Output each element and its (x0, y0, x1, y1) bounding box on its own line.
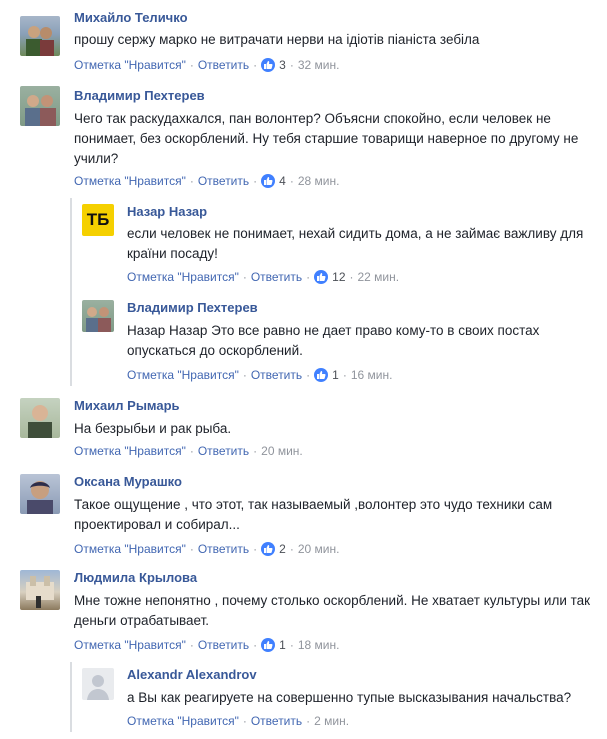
comment-text: а Вы как реагируете на совершенно тупые … (127, 690, 572, 705)
comment-text: если человек не понимает, нехай сидить д… (127, 226, 584, 261)
like-count[interactable]: 4 (279, 174, 286, 188)
commenter-name[interactable]: Владимир Пехтерев (127, 300, 258, 315)
reply-link[interactable]: Ответить (251, 368, 302, 382)
timestamp[interactable]: 32 мин. (298, 58, 340, 72)
avatar[interactable] (20, 570, 60, 610)
like-link[interactable]: Отметка "Нравится" (74, 58, 186, 72)
like-count[interactable]: 3 (279, 58, 286, 72)
comment-text: На безрыбьи и рак рыба. (74, 421, 232, 436)
comment-actions: Отметка "Нравится" · Ответить · 1 · 16 мин. (127, 368, 393, 382)
like-count[interactable]: 1 (332, 368, 339, 382)
timestamp[interactable]: 2 мин. (314, 714, 349, 728)
avatar-photo-icon (26, 26, 54, 56)
like-count[interactable]: 2 (279, 542, 286, 556)
thumbs-up-icon[interactable] (261, 174, 276, 188)
like-link[interactable]: Отметка "Нравится" (74, 444, 186, 458)
like-link[interactable]: Отметка "Нравится" (74, 638, 186, 652)
avatar-photo-icon (86, 307, 111, 332)
default-avatar-icon (87, 675, 109, 700)
avatar[interactable] (20, 86, 60, 126)
thumbs-up-icon[interactable] (261, 542, 276, 556)
commenter-name[interactable]: Михаил Рымарь (74, 398, 180, 413)
thumbs-up-icon[interactable] (314, 368, 329, 382)
commenter-name[interactable]: Людмила Крылова (74, 570, 197, 585)
comment-text: прошу сержу марко не витрачати нерви на … (74, 32, 480, 47)
avatar[interactable] (20, 16, 60, 56)
comment-actions: Отметка "Нравится" · Ответить · 2 · 20 мин. (74, 542, 340, 556)
like-link[interactable]: Отметка "Нравится" (74, 174, 186, 188)
avatar[interactable]: ТБ (82, 204, 114, 236)
comment-text: Мне тожне непонятно , почему столько оск… (74, 593, 591, 628)
like-link[interactable]: Отметка "Нравится" (127, 368, 239, 382)
avatar-photo-icon (27, 481, 53, 514)
commenter-name[interactable]: Владимир Пехтерев (74, 88, 205, 103)
reply-link[interactable]: Ответить (198, 542, 249, 556)
like-count[interactable]: 1 (279, 638, 286, 652)
tb-logo-text: ТБ (86, 210, 110, 229)
comment-text: Чего так раскудахкался, пан волонтер? Об… (74, 111, 579, 166)
avatar-photo-icon (28, 405, 52, 438)
commenter-name[interactable]: Оксана Мурашко (74, 474, 182, 489)
avatar[interactable] (20, 474, 60, 514)
like-count[interactable]: 12 (332, 270, 345, 284)
reply-link[interactable]: Ответить (251, 714, 302, 728)
comment-text: Такое ощущение , что этот, так называемы… (74, 497, 553, 532)
reply-thread-line (70, 198, 72, 386)
avatar[interactable] (20, 398, 60, 438)
timestamp[interactable]: 20 мин. (261, 444, 303, 458)
like-link[interactable]: Отметка "Нравится" (127, 270, 239, 284)
timestamp[interactable]: 16 мин. (351, 368, 393, 382)
reply-link[interactable]: Ответить (198, 174, 249, 188)
thumbs-up-icon[interactable] (261, 58, 276, 72)
avatar-photo-icon (26, 576, 54, 608)
timestamp[interactable]: 22 мин. (358, 270, 400, 284)
avatar-photo-icon (25, 95, 56, 126)
like-link[interactable]: Отметка "Нравится" (127, 714, 239, 728)
commenter-name[interactable]: Назар Назар (127, 204, 207, 219)
commenter-name[interactable]: Alexandr Alexandrov (127, 667, 257, 682)
commenter-name[interactable]: Михайло Теличко (74, 10, 188, 25)
comment-actions: Отметка "Нравится" · Ответить · 12 · 22 мин… (127, 270, 400, 284)
comment-text: Назар Назар Это все равно не дает право … (127, 323, 540, 358)
thumbs-up-icon[interactable] (261, 638, 276, 652)
comment-actions: Отметка "Нравится" · Ответить · 20 мин. (74, 444, 303, 458)
reply-link[interactable]: Ответить (198, 444, 249, 458)
reply-thread-line (70, 662, 72, 732)
reply-link[interactable]: Ответить (198, 58, 249, 72)
reply-link[interactable]: Ответить (198, 638, 249, 652)
timestamp[interactable]: 18 мин. (298, 638, 340, 652)
like-link[interactable]: Отметка "Нравится" (74, 542, 186, 556)
comment-actions: Отметка "Нравится" · Ответить · 4 · 28 мин. (74, 174, 340, 188)
avatar[interactable] (82, 668, 114, 700)
comment-actions: Отметка "Нравится" · Ответить · 1 · 18 мин. (74, 638, 340, 652)
avatar[interactable] (82, 300, 114, 332)
thumbs-up-icon[interactable] (314, 270, 329, 284)
reply-link[interactable]: Ответить (251, 270, 302, 284)
comment-actions: Отметка "Нравится" · Ответить · 2 мин. (127, 714, 350, 728)
timestamp[interactable]: 28 мин. (298, 174, 340, 188)
comment-actions: Отметка "Нравится" · Ответить · 3 · 32 мин. (74, 58, 340, 72)
timestamp[interactable]: 20 мин. (298, 542, 340, 556)
